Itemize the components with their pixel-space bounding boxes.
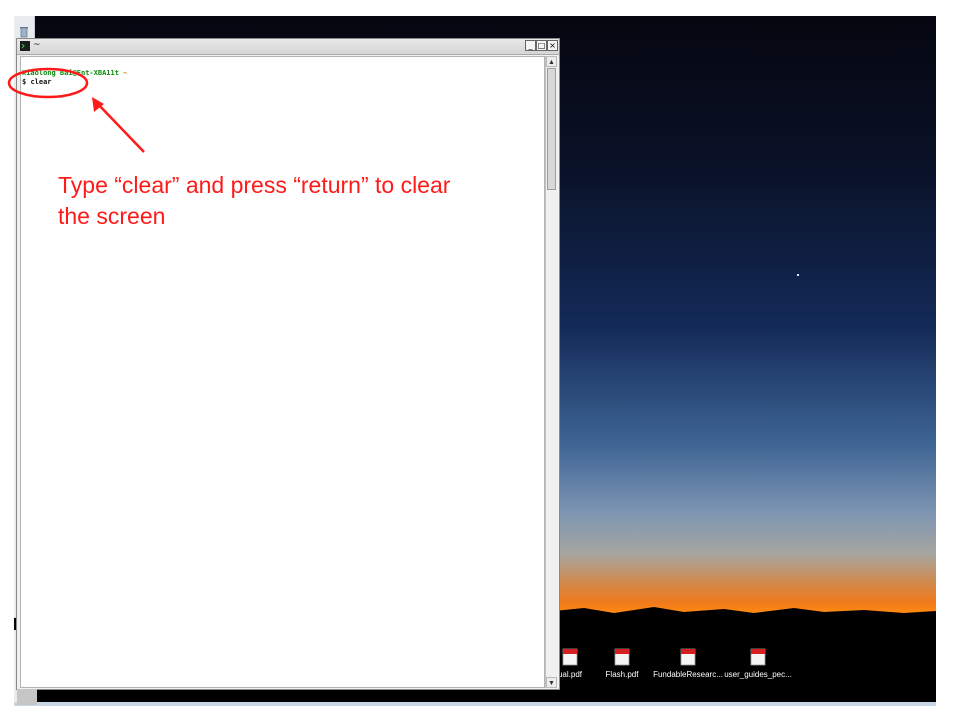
- annotation-line-1: Type “clear” and press “return” to clear: [58, 172, 451, 198]
- annotation-highlight-ellipse: [7, 67, 89, 99]
- annotation-overlay: [7, 67, 145, 153]
- annotation-text: Type “clear” and press “return” to clear…: [58, 170, 538, 232]
- annotation-arrow-shaft: [95, 101, 145, 153]
- annotation-line-2: the screen: [58, 203, 166, 229]
